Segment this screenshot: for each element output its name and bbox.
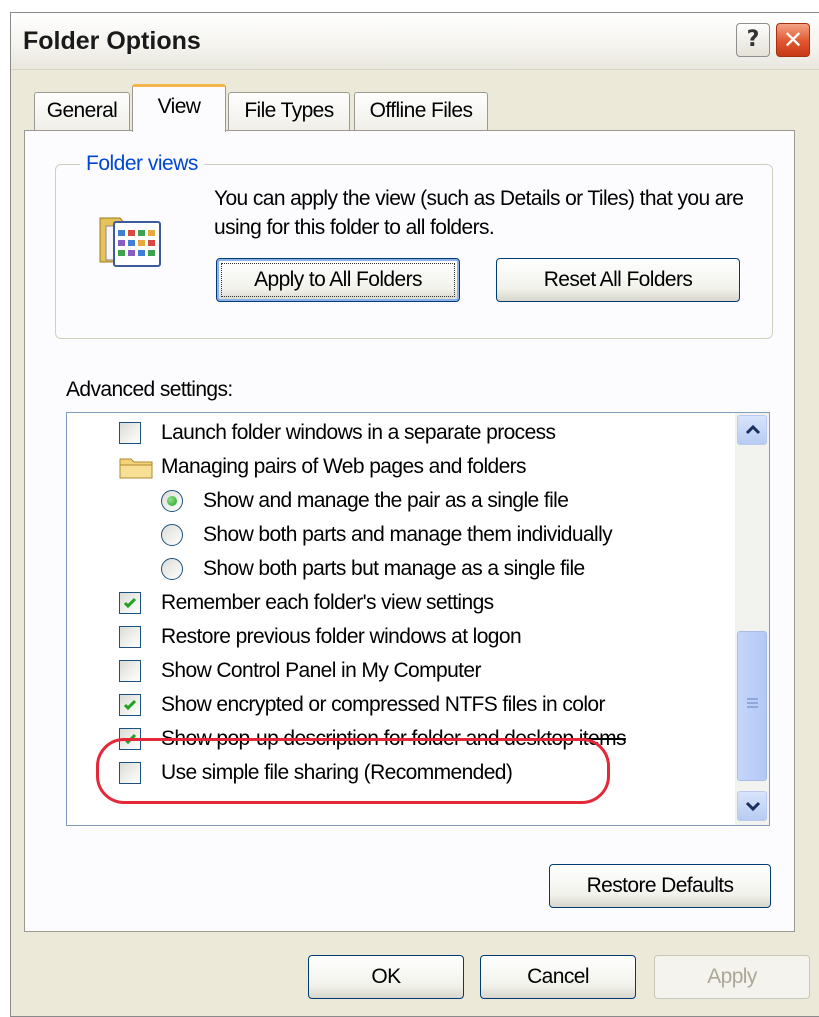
ok-button[interactable]: OK	[308, 955, 464, 999]
checkbox[interactable]	[119, 626, 141, 648]
radio-button[interactable]	[161, 490, 183, 512]
close-button[interactable]: ✕	[776, 23, 810, 57]
radio-selected-dot	[167, 496, 177, 506]
scroll-down-button[interactable]	[737, 791, 767, 821]
checkmark-icon	[123, 699, 137, 711]
checkmark-icon	[123, 733, 137, 745]
checkbox[interactable]	[119, 422, 141, 444]
checkbox[interactable]	[119, 660, 141, 682]
folder-views-description: You can apply the view (such as Details …	[214, 187, 744, 239]
vertical-scrollbar[interactable]	[735, 413, 769, 825]
help-button[interactable]: ?	[736, 23, 770, 57]
checkbox[interactable]	[119, 728, 141, 750]
advanced-settings-label: Advanced settings:	[66, 378, 233, 401]
checkbox[interactable]	[119, 592, 141, 614]
restore-defaults-label: Restore Defaults	[586, 874, 734, 897]
apply-to-all-folders-label: Apply to All Folders	[254, 268, 422, 291]
checkbox[interactable]	[119, 762, 141, 784]
scroll-thumb[interactable]	[737, 631, 767, 781]
folder-views-icon	[96, 200, 168, 277]
title-bar[interactable]: Folder Options ? ✕	[11, 13, 819, 70]
cancel-label: Cancel	[527, 965, 589, 988]
ok-label: OK	[371, 965, 401, 988]
reset-all-folders-label: Reset All Folders	[543, 268, 693, 291]
apply-label: Apply	[707, 965, 757, 988]
chevron-up-icon	[745, 424, 761, 435]
checkbox[interactable]	[119, 694, 141, 716]
apply-button[interactable]: Apply	[654, 955, 810, 999]
radio-button[interactable]	[161, 558, 183, 580]
tab-offline-files[interactable]: Offline Files	[354, 92, 488, 130]
folder-icon	[119, 455, 153, 489]
scroll-up-button[interactable]	[737, 415, 767, 445]
apply-to-all-folders-button[interactable]: Apply to All Folders	[216, 258, 460, 302]
chevron-down-icon	[745, 801, 761, 812]
grip-icon	[747, 698, 758, 700]
tab-file-types[interactable]: File Types	[228, 92, 350, 130]
advanced-settings-list[interactable]: Launch folder windows in a separate proc…	[66, 412, 770, 826]
tab-general[interactable]: General	[34, 92, 130, 130]
radio-button[interactable]	[161, 524, 183, 546]
restore-defaults-button[interactable]: Restore Defaults	[549, 864, 771, 908]
reset-all-folders-button[interactable]: Reset All Folders	[496, 258, 740, 302]
checkmark-icon	[123, 597, 137, 609]
tab-view[interactable]: View	[132, 84, 226, 132]
folder-views-label: Folder views	[80, 152, 204, 176]
dialog-title: Folder Options	[23, 27, 201, 55]
cancel-button[interactable]: Cancel	[480, 955, 636, 999]
